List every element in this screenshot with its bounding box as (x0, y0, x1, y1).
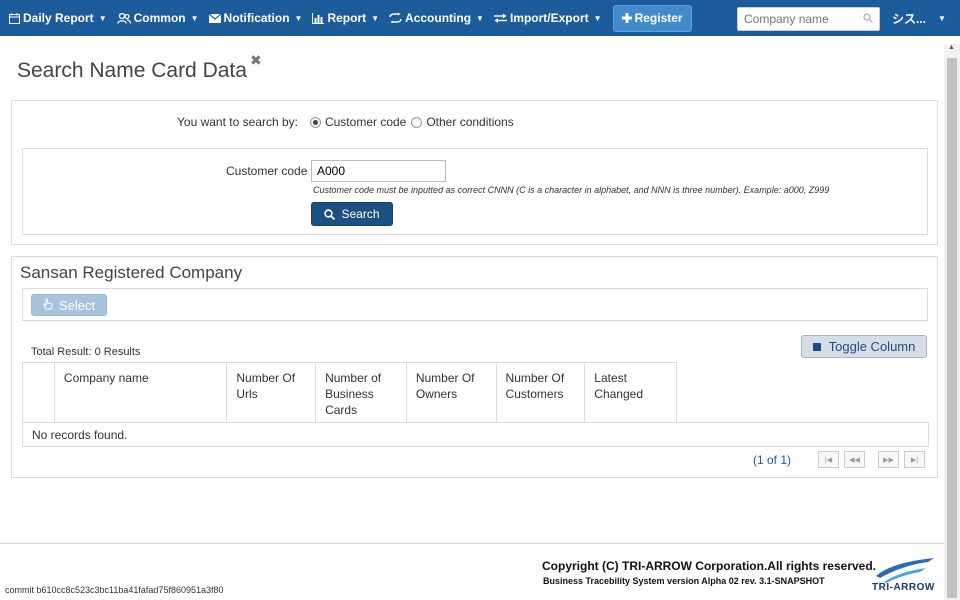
search-by-group: You want to search by: Customer code Oth… (177, 115, 514, 129)
page-info: (1 of 1) (752, 452, 791, 467)
results-toolbar (22, 288, 928, 321)
search-button[interactable]: Search (311, 202, 393, 226)
table-row: No records found. (22, 422, 929, 447)
nav-daily-report[interactable]: Daily Report ▼ (4, 0, 112, 36)
user-menu[interactable]: シス... ▼ (892, 0, 946, 36)
transfer-icon (493, 13, 507, 23)
register-label: Register (634, 11, 683, 25)
search-icon (324, 208, 336, 220)
table-header: Company name Number Of Urls Number of Bu… (22, 362, 677, 422)
exchange-icon (389, 13, 402, 23)
last-page-button[interactable]: ▶| (904, 451, 925, 468)
radio-other-conditions[interactable] (411, 116, 423, 128)
nav-accounting-label: Accounting (405, 11, 472, 25)
version-text: Business Tracebility System version Alph… (543, 576, 825, 586)
customer-code-label: Customer code (226, 164, 308, 178)
column-header-select[interactable] (23, 363, 55, 422)
paginator: (1 of 1) |◀ ◀◀ ▶▶ ▶| (22, 447, 929, 472)
column-header-number-of-urls[interactable]: Number Of Urls (227, 363, 317, 422)
toggle-column-label: Toggle Column (828, 339, 916, 354)
nav-report[interactable]: Report ▼ (307, 0, 384, 36)
logo-text: TRI-ARROW (872, 582, 935, 593)
first-page-button[interactable]: |◀ (818, 451, 839, 468)
caret-down-icon: ▼ (938, 13, 946, 23)
copyright-text: Copyright (C) TRI-ARROW Corporation.All … (542, 559, 877, 573)
close-icon[interactable]: ✖ (250, 52, 262, 69)
columns-icon (812, 342, 821, 351)
caret-down-icon: ▼ (476, 13, 484, 23)
company-search-input[interactable] (738, 12, 856, 26)
nav-daily-report-label: Daily Report (23, 11, 94, 25)
scroll-up-icon[interactable]: ▲ (948, 44, 955, 51)
caret-down-icon: ▼ (371, 13, 380, 23)
vertical-scrollbar[interactable]: ▲ (944, 44, 960, 600)
radio-customer-code-label[interactable]: Customer code (325, 115, 406, 129)
nav-import-export-label: Import/Export (509, 11, 589, 25)
search-by-label: You want to search by: (177, 115, 298, 129)
plus-icon (621, 13, 632, 23)
next-page-button[interactable]: ▶▶ (878, 451, 899, 468)
toggle-column-button[interactable]: Toggle Column (801, 335, 927, 358)
column-header-number-of-owners[interactable]: Number Of Owners (407, 363, 497, 422)
nav-common[interactable]: Common ▼ (112, 0, 204, 36)
user-menu-label: シス... (892, 11, 927, 26)
search-icon[interactable] (863, 13, 873, 26)
results-title: Sansan Registered Company (20, 263, 243, 282)
caret-down-icon: ▼ (190, 13, 199, 23)
caret-down-icon: ▼ (98, 13, 107, 23)
bar-chart-icon (312, 12, 325, 24)
envelope-icon (208, 13, 221, 23)
caret-down-icon: ▼ (294, 13, 303, 23)
calendar-icon (9, 12, 20, 24)
radio-customer-code[interactable] (309, 116, 321, 128)
commit-text: commit b610cc8c523c3bc11ba41fafad75f8609… (5, 585, 224, 595)
column-header-number-of-customers[interactable]: Number Of Customers (497, 363, 586, 422)
customer-code-input[interactable] (311, 160, 446, 182)
column-header-latest-changed[interactable]: Latest Changed (585, 363, 676, 422)
nav-accounting[interactable]: Accounting ▼ (384, 0, 489, 36)
select-button[interactable]: Select (31, 294, 107, 316)
nav-report-label: Report (327, 11, 367, 25)
company-search-box (737, 7, 880, 31)
page-title: Search Name Card Data (17, 59, 247, 82)
footer-divider (0, 543, 944, 544)
total-result: Total Result: 0 Results (31, 346, 141, 358)
nav-import-export[interactable]: Import/Export ▼ (489, 0, 607, 36)
select-button-label: Select (58, 297, 96, 313)
caret-down-icon: ▼ (593, 13, 602, 23)
scrollbar-thumb[interactable] (947, 58, 957, 598)
column-header-company-name[interactable]: Company name (55, 363, 228, 422)
radio-other-conditions-label[interactable]: Other conditions (426, 115, 513, 129)
customer-code-hint: Customer code must be inputted as correc… (313, 185, 830, 195)
column-header-number-of-business-cards[interactable]: Number of Business Cards (316, 363, 407, 422)
nav-common-label: Common (133, 11, 186, 25)
search-button-label: Search (341, 207, 380, 221)
users-icon (116, 12, 131, 24)
register-button[interactable]: Register (612, 4, 692, 32)
empty-message: No records found. (32, 428, 128, 442)
nav-notification[interactable]: Notification ▼ (204, 0, 308, 36)
nav-notification-label: Notification (223, 11, 290, 25)
hand-pointer-icon (43, 297, 53, 313)
previous-page-button[interactable]: ◀◀ (844, 451, 865, 468)
